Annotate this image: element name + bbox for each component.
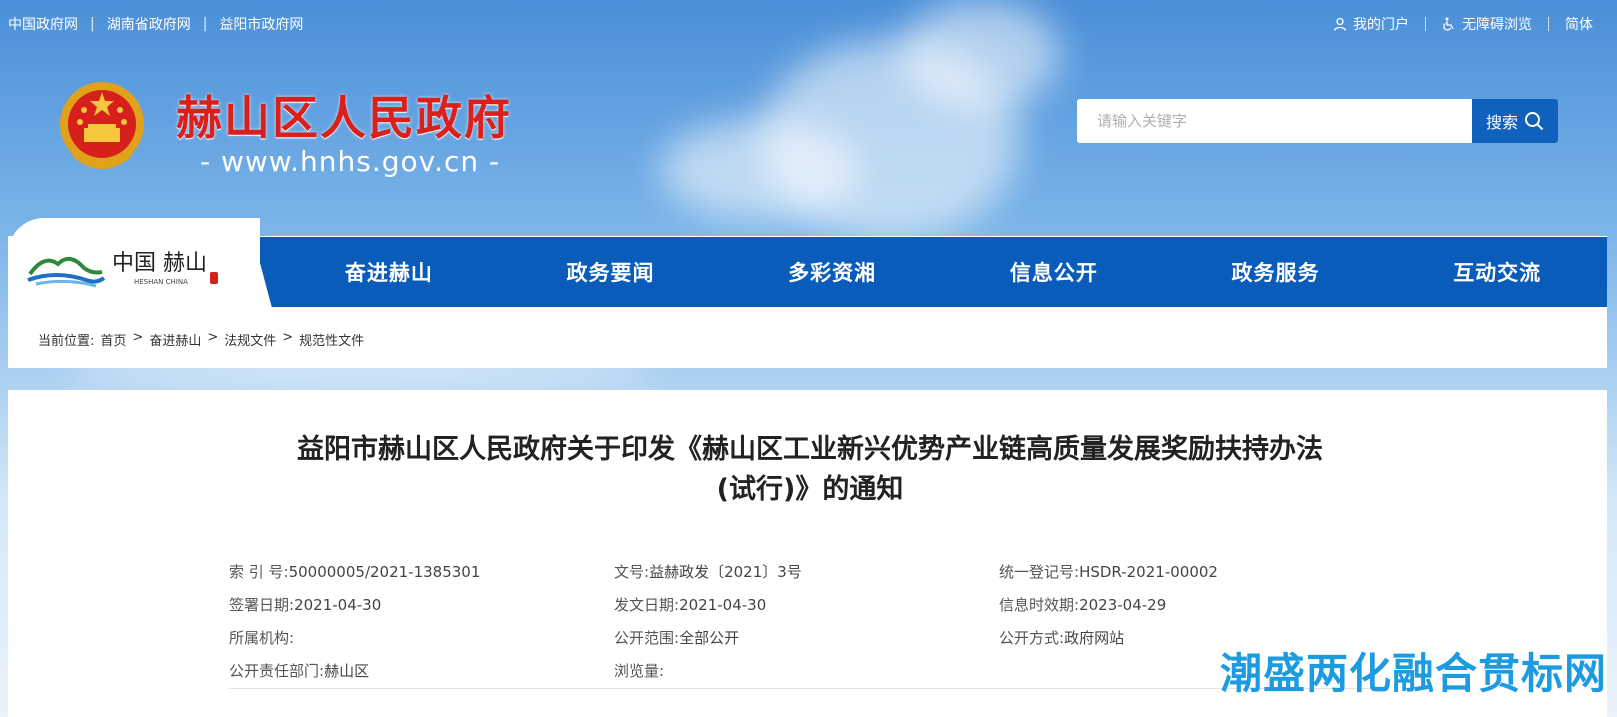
divider [1548,17,1549,31]
breadcrumb-laws[interactable]: 法规文件 [224,330,276,349]
brand-cn-text: 中国 赫山 [112,251,207,276]
breadcrumb-home[interactable]: 首页 [100,330,126,349]
meta-row: 所属机构: 公开范围:全部公开 公开方式:政府网站 [229,621,1389,654]
meta-label: 文号: [614,563,650,581]
link-yiyang-gov[interactable]: 益阳市政府网 [219,14,303,34]
watermark-text: 潮盛两化融合贯标网 [1219,649,1607,698]
search-box: 搜索 [1077,99,1558,143]
nav-item-service[interactable]: 政务服务 [1165,257,1387,287]
meta-row: 签署日期:2021-04-30 发文日期:2021-04-30 信息时效期:20… [229,588,1389,621]
language-toggle[interactable]: 简体 [1565,14,1593,34]
meta-label: 公开责任部门: [229,662,325,680]
site-url: - www.hnhs.gov.cn - [200,145,501,178]
divider [1425,17,1426,31]
top-right-links: 我的门户 无障碍浏览 简体 [1333,14,1593,34]
user-icon [1333,17,1347,31]
meta-reg: 统一登记号:HSDR-2021-00002 [999,561,1384,582]
nav-item-news[interactable]: 政务要闻 [500,257,722,287]
meta-sign-date: 签署日期:2021-04-30 [229,594,614,615]
language-label: 简体 [1565,17,1593,33]
top-link-separator: | [90,16,95,32]
meta-label: 信息时效期: [999,596,1080,614]
meta-index: 索 引 号:50000005/2021-1385301 [229,561,614,582]
meta-docno: 文号:益赫政发〔2021〕3号 [614,561,999,582]
search-button[interactable]: 搜索 [1472,99,1558,143]
meta-valid-date: 信息时效期:2023-04-29 [999,594,1384,615]
meta-label: 公开方式: [999,629,1065,647]
background-cloud [660,120,860,220]
breadcrumb-sep: > [207,330,219,345]
brand-en-text: HESHAN CHINA [134,278,188,286]
breadcrumb: 当前位置: 首页 > 奋进赫山 > 法规文件 > 规范性文件 [38,330,364,349]
meta-value: 全部公开 [679,629,740,647]
top-bar: 中国政府网 | 湖南省政府网 | 益阳市政府网 我的门户 无障碍浏览 简体 [0,0,1617,48]
main-nav: 奋进赫山 政务要闻 多彩资湘 信息公开 政务服务 互动交流 [278,237,1608,307]
meta-value: 50000005/2021-1385301 [288,563,481,581]
meta-value: 2023-04-29 [1079,596,1167,614]
meta-value: 政府网站 [1064,629,1125,647]
nav-item-duocai[interactable]: 多彩资湘 [721,257,943,287]
site-title: 赫山区人民政府 [176,91,512,145]
meta-issue-date: 发文日期:2021-04-30 [614,594,999,615]
meta-value: HSDR-2021-00002 [1079,563,1218,581]
document-meta: 索 引 号:50000005/2021-1385301 文号:益赫政发〔2021… [229,555,1389,687]
meta-label: 公开范围: [614,629,680,647]
meta-value: 2021-04-30 [679,596,767,614]
meta-label: 所属机构: [229,629,295,647]
meta-label: 签署日期: [229,596,295,614]
breadcrumb-sep: > [132,330,144,345]
document-title-line2: (试行)》的通知 [716,474,904,505]
my-portal-link[interactable]: 我的门户 [1333,14,1409,34]
breadcrumb-fenjin[interactable]: 奋进赫山 [149,330,201,349]
my-portal-label: 我的门户 [1353,17,1409,33]
meta-row: 公开责任部门:赫山区 浏览量: [229,654,1389,687]
meta-label: 索 引 号: [229,563,289,581]
meta-label: 浏览量: [614,662,665,680]
meta-divider [229,688,1389,689]
breadcrumb-label: 当前位置: [38,334,95,349]
meta-scope: 公开范围:全部公开 [614,627,999,648]
accessibility-label: 无障碍浏览 [1462,17,1532,33]
meta-label: 发文日期: [614,596,680,614]
top-link-separator: | [202,16,208,32]
link-gov-cn[interactable]: 中国政府网 [8,14,78,34]
breadcrumb-sep: > [282,330,294,345]
search-input[interactable] [1077,99,1497,143]
search-button-label: 搜索 [1485,113,1518,132]
wheelchair-icon [1443,17,1454,31]
top-links: 中国政府网 | 湖南省政府网 | 益阳市政府网 [8,14,303,34]
nav-item-interact[interactable]: 互动交流 [1386,257,1608,287]
meta-dept: 公开责任部门:赫山区 [229,660,614,681]
nav-item-fenjin[interactable]: 奋进赫山 [278,257,500,287]
breadcrumb-normative[interactable]: 规范性文件 [299,330,364,349]
national-emblem-icon [60,82,144,169]
meta-value: 益赫政发〔2021〕3号 [649,563,802,581]
nav-item-info[interactable]: 信息公开 [943,257,1165,287]
meta-label: 统一登记号: [999,563,1080,581]
meta-value: 2021-04-30 [294,596,382,614]
meta-views: 浏览量: [614,660,999,681]
heshan-logo-icon[interactable]: 中国 赫山 HESHAN CHINA [26,244,226,290]
document-title-line1: 益阳市赫山区人民政府关于印发《赫山区工业新兴优势产业链高质量发展奖励扶持办法 [297,434,1323,465]
link-hunan-gov[interactable]: 湖南省政府网 [107,14,191,34]
search-icon [1525,112,1544,131]
meta-row: 索 引 号:50000005/2021-1385301 文号:益赫政发〔2021… [229,555,1389,588]
meta-org: 所属机构: [229,627,614,648]
accessibility-link[interactable]: 无障碍浏览 [1442,14,1532,34]
meta-value: 赫山区 [324,662,370,680]
document-title: 益阳市赫山区人民政府关于印发《赫山区工业新兴优势产业链高质量发展奖励扶持办法 (… [220,430,1400,510]
